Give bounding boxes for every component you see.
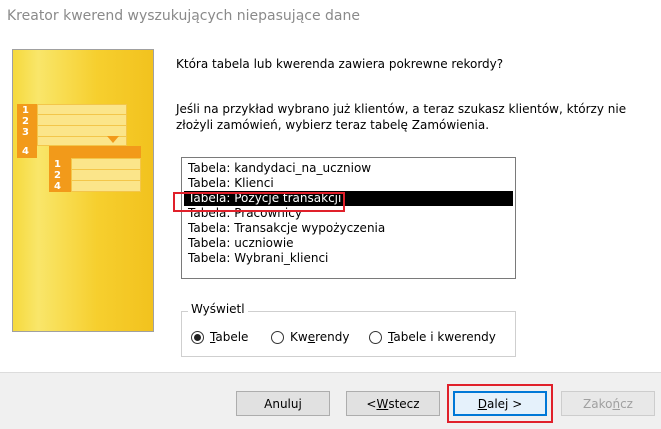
radio-checked-icon[interactable] xyxy=(191,330,204,344)
radio-tables[interactable]: Tabele xyxy=(191,330,248,344)
illus-row-line xyxy=(71,169,141,170)
radio-queries[interactable]: Kwerendy xyxy=(271,330,349,344)
illus-arrow-icon xyxy=(107,136,119,143)
illus-num: 2 xyxy=(54,170,61,181)
illus-row-line xyxy=(71,180,141,181)
illus-num: 1 xyxy=(22,105,29,116)
question-text: Która tabela lub kwerenda zawiera pokrew… xyxy=(176,57,504,71)
radio-tables-and-queries[interactable]: Tabele i kwerendy xyxy=(369,330,496,344)
illus-row-line xyxy=(37,125,127,126)
back-button[interactable]: < Wstecz xyxy=(346,391,440,416)
highlight-selected-item xyxy=(173,192,345,212)
list-item[interactable]: Tabela: kandydaci_na_uczniow xyxy=(184,161,513,176)
wizard-illustration: 1 2 3 4 1 2 4 xyxy=(12,49,154,332)
radio-label: Tabele xyxy=(210,330,249,344)
tables-listbox[interactable]: Tabela: kandydaci_na_uczniow Tabela: Kli… xyxy=(181,157,516,279)
illus-num: 4 xyxy=(22,146,29,157)
radio-label: Tabele i kwerendy xyxy=(388,330,496,344)
list-item[interactable]: Tabela: Klienci xyxy=(184,176,513,191)
view-group-label: Wyświetl xyxy=(188,302,248,316)
hint-text: Jeśli na przykład wybrano już klientów, … xyxy=(176,102,627,132)
list-item[interactable]: Tabela: Wybrani_klienci xyxy=(184,251,513,266)
window-title: Kreator kwerend wyszukujących niepasując… xyxy=(7,8,360,24)
illus-num: 1 xyxy=(54,159,61,170)
list-item[interactable]: Tabela: Transakcje wypożyczenia xyxy=(184,221,513,236)
illus-row-line xyxy=(37,114,127,115)
list-item[interactable]: Tabela: uczniowie xyxy=(184,236,513,251)
illus-num: 3 xyxy=(22,127,29,138)
illus-num: 4 xyxy=(54,181,61,192)
radio-label: Kwerendy xyxy=(290,330,350,344)
finish-button: Zako ń cz xyxy=(561,391,655,416)
illus-num: 2 xyxy=(22,116,29,127)
cancel-button[interactable]: Anuluj xyxy=(236,391,330,416)
radio-unchecked-icon[interactable] xyxy=(369,330,382,344)
highlight-next-button xyxy=(447,384,553,423)
illus-table-bottom-body xyxy=(71,158,141,192)
illus-table-bottom-header xyxy=(49,146,141,158)
radio-unchecked-icon[interactable] xyxy=(271,330,284,344)
